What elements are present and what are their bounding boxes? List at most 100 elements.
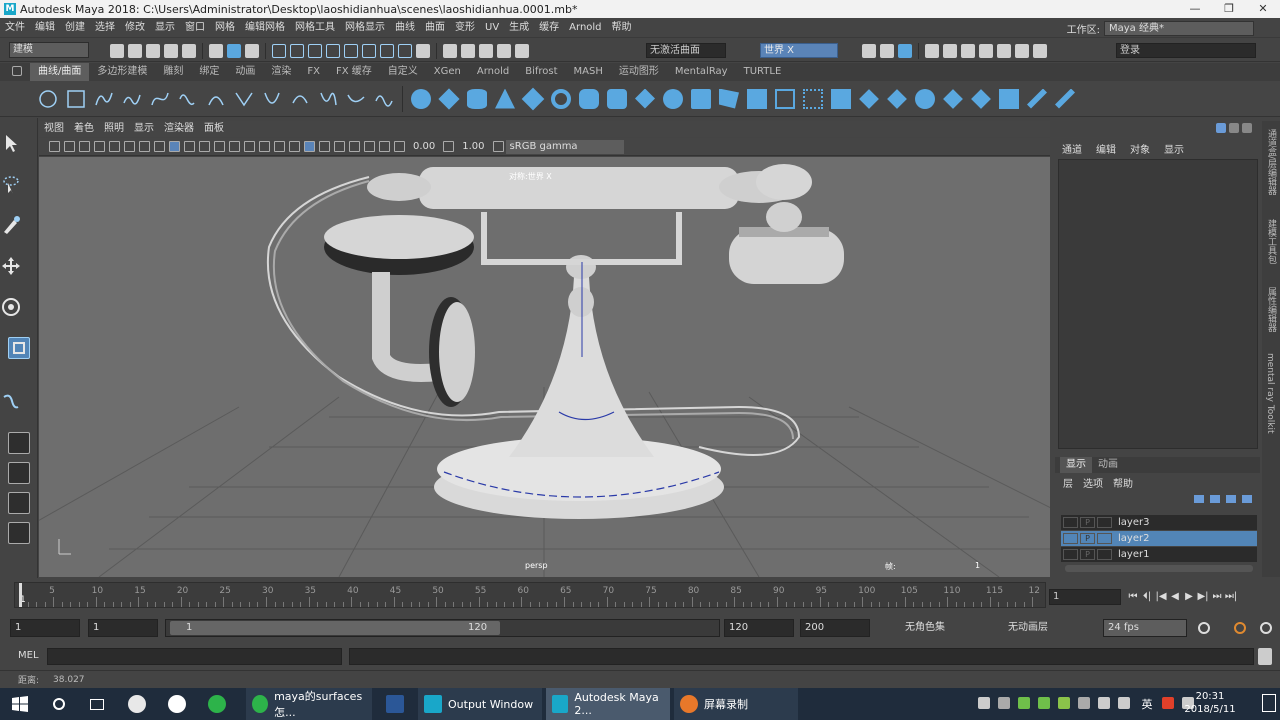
- step-forward-key-button[interactable]: ⏭: [1210, 590, 1224, 604]
- shelf-tab-sculpt[interactable]: 雕刻: [155, 63, 191, 81]
- save-scene-icon[interactable]: [146, 44, 160, 58]
- render-current-icon[interactable]: [943, 44, 957, 58]
- loft-icon[interactable]: [607, 88, 627, 109]
- live-surface-field[interactable]: 无激活曲面: [646, 43, 726, 58]
- arc-tool-icon[interactable]: [206, 89, 226, 109]
- tray-icon-2[interactable]: [998, 697, 1010, 709]
- field-chart-icon[interactable]: [139, 141, 150, 152]
- menu-mesh-display[interactable]: 网格显示: [340, 18, 390, 38]
- minimize-button[interactable]: —: [1178, 0, 1212, 18]
- go-to-start-button[interactable]: ⏮: [1126, 590, 1140, 604]
- shelf-tab-poly[interactable]: 多边形建模: [89, 63, 155, 81]
- sculpt-tool-icon[interactable]: [1027, 88, 1047, 109]
- channel-toggle-icon[interactable]: [1216, 123, 1226, 133]
- menu-create[interactable]: 创建: [60, 18, 90, 38]
- side-tab-attribute-editor[interactable]: 属性编辑器: [1265, 287, 1278, 332]
- volume-icon[interactable]: [1118, 697, 1130, 709]
- exposure-value[interactable]: 0.00: [413, 141, 435, 152]
- attach-curves-icon[interactable]: [234, 89, 254, 109]
- layer-row-layer2[interactable]: P layer2: [1061, 531, 1257, 546]
- extrude-icon[interactable]: [663, 88, 683, 109]
- anim-end-field[interactable]: 200: [800, 619, 870, 637]
- layer-tab-display[interactable]: 显示: [1060, 457, 1092, 473]
- vp-menu-renderer[interactable]: 渲染器: [159, 121, 199, 137]
- side-by-side-icon[interactable]: [7, 492, 30, 514]
- playback-start-field[interactable]: 1: [88, 619, 158, 637]
- restore-button[interactable]: ❐: [1212, 0, 1246, 18]
- four-view-icon[interactable]: [7, 462, 30, 484]
- color-space-dropdown[interactable]: sRGB gamma: [505, 139, 624, 154]
- tray-icon-3[interactable]: [1018, 697, 1030, 709]
- lasso-tool-icon[interactable]: [0, 173, 22, 195]
- taskbar-screen-recorder[interactable]: 屏幕录制: [674, 688, 798, 720]
- vp-menu-view[interactable]: 视图: [39, 121, 69, 137]
- open-scene-icon[interactable]: [128, 44, 142, 58]
- taskbar-maya[interactable]: Autodesk Maya 2...: [546, 688, 670, 720]
- snap-grid-icon[interactable]: [443, 44, 457, 58]
- menu-uv[interactable]: UV: [480, 18, 504, 38]
- outliner-layout-icon[interactable]: [7, 522, 30, 544]
- scene-render[interactable]: [39, 157, 1050, 577]
- select-vertex-icon[interactable]: [272, 44, 286, 58]
- select-tool-icon[interactable]: [0, 132, 22, 154]
- close-button[interactable]: ✕: [1246, 0, 1280, 18]
- mel-label[interactable]: MEL: [18, 650, 39, 661]
- detach-curves-icon[interactable]: [262, 89, 282, 109]
- network-icon[interactable]: [1098, 697, 1110, 709]
- arnold-render-icon[interactable]: [1015, 44, 1029, 58]
- menu-edit[interactable]: 编辑: [30, 18, 60, 38]
- range-slider-handle[interactable]: [170, 621, 500, 635]
- workspace-dropdown[interactable]: Maya 经典*: [1104, 20, 1254, 36]
- construction-history-icon[interactable]: [898, 44, 912, 58]
- layer-menu-layers[interactable]: 层: [1063, 475, 1073, 490]
- xray-joints-icon[interactable]: [334, 141, 345, 152]
- output-ops-icon[interactable]: [880, 44, 894, 58]
- playback-end-field[interactable]: 120: [724, 619, 794, 637]
- nurbs-cube-icon[interactable]: [438, 87, 460, 110]
- menu-display[interactable]: 显示: [150, 18, 180, 38]
- shelf-tab-rigging[interactable]: 绑定: [191, 63, 227, 81]
- menu-mesh[interactable]: 网格: [210, 18, 240, 38]
- tray-app-icon[interactable]: [1162, 697, 1174, 709]
- revolve-icon[interactable]: [579, 88, 599, 109]
- shelf-tab-bifrost[interactable]: Bifrost: [517, 63, 565, 81]
- nurbs-sphere-icon[interactable]: [411, 88, 431, 109]
- taskbar-output-window[interactable]: Output Window: [418, 688, 542, 720]
- paint-select-icon[interactable]: [0, 214, 22, 236]
- channel-menu-show[interactable]: 显示: [1164, 141, 1184, 156]
- birail-icon[interactable]: [691, 88, 711, 109]
- planar-icon[interactable]: [635, 88, 655, 109]
- mel-input[interactable]: [47, 648, 342, 665]
- system-clock[interactable]: 20:31 2018/5/11: [1180, 690, 1240, 718]
- layer-row-layer3[interactable]: P layer3: [1061, 515, 1257, 530]
- side-tab-modeling-toolkit[interactable]: 建模工具包: [1265, 219, 1278, 264]
- snap-curve-icon[interactable]: [461, 44, 475, 58]
- color-management-icon[interactable]: [492, 141, 504, 152]
- safe-action-icon[interactable]: [154, 141, 165, 152]
- select-joint-icon[interactable]: [398, 44, 412, 58]
- bezier-curve-icon[interactable]: [150, 89, 170, 109]
- side-tab-channel-box[interactable]: 通道盒/层编辑器: [1265, 129, 1278, 195]
- scale-tool-icon[interactable]: [7, 337, 30, 359]
- insert-isoparm-icon[interactable]: [999, 88, 1019, 109]
- shelf-tab-mash[interactable]: MASH: [566, 63, 611, 81]
- fps-dropdown[interactable]: 24 fps: [1103, 619, 1187, 637]
- select-hierarchy-icon[interactable]: [209, 44, 223, 58]
- pencil-curve-icon[interactable]: [178, 89, 198, 109]
- tray-icon-5[interactable]: [1058, 697, 1070, 709]
- script-editor-icon[interactable]: [1258, 648, 1272, 665]
- ipr-render-icon[interactable]: [961, 44, 975, 58]
- channel-menu-object[interactable]: 对象: [1130, 141, 1150, 156]
- menu-help[interactable]: 帮助: [607, 18, 637, 38]
- nurbs-cone-icon[interactable]: [495, 88, 515, 109]
- wireframe-icon[interactable]: [184, 141, 195, 152]
- attach-surfaces-icon[interactable]: [915, 88, 935, 109]
- step-forward-frame-button[interactable]: ▶|: [1196, 590, 1210, 604]
- isolate-select-icon[interactable]: [304, 141, 315, 152]
- range-slider[interactable]: 1 120: [165, 619, 720, 637]
- square-surface-icon[interactable]: [775, 88, 795, 109]
- extend-curve-icon[interactable]: [318, 89, 338, 109]
- project-curve-icon[interactable]: [803, 88, 823, 109]
- move-layer-up-icon[interactable]: [1194, 495, 1204, 503]
- redo-icon[interactable]: [182, 44, 196, 58]
